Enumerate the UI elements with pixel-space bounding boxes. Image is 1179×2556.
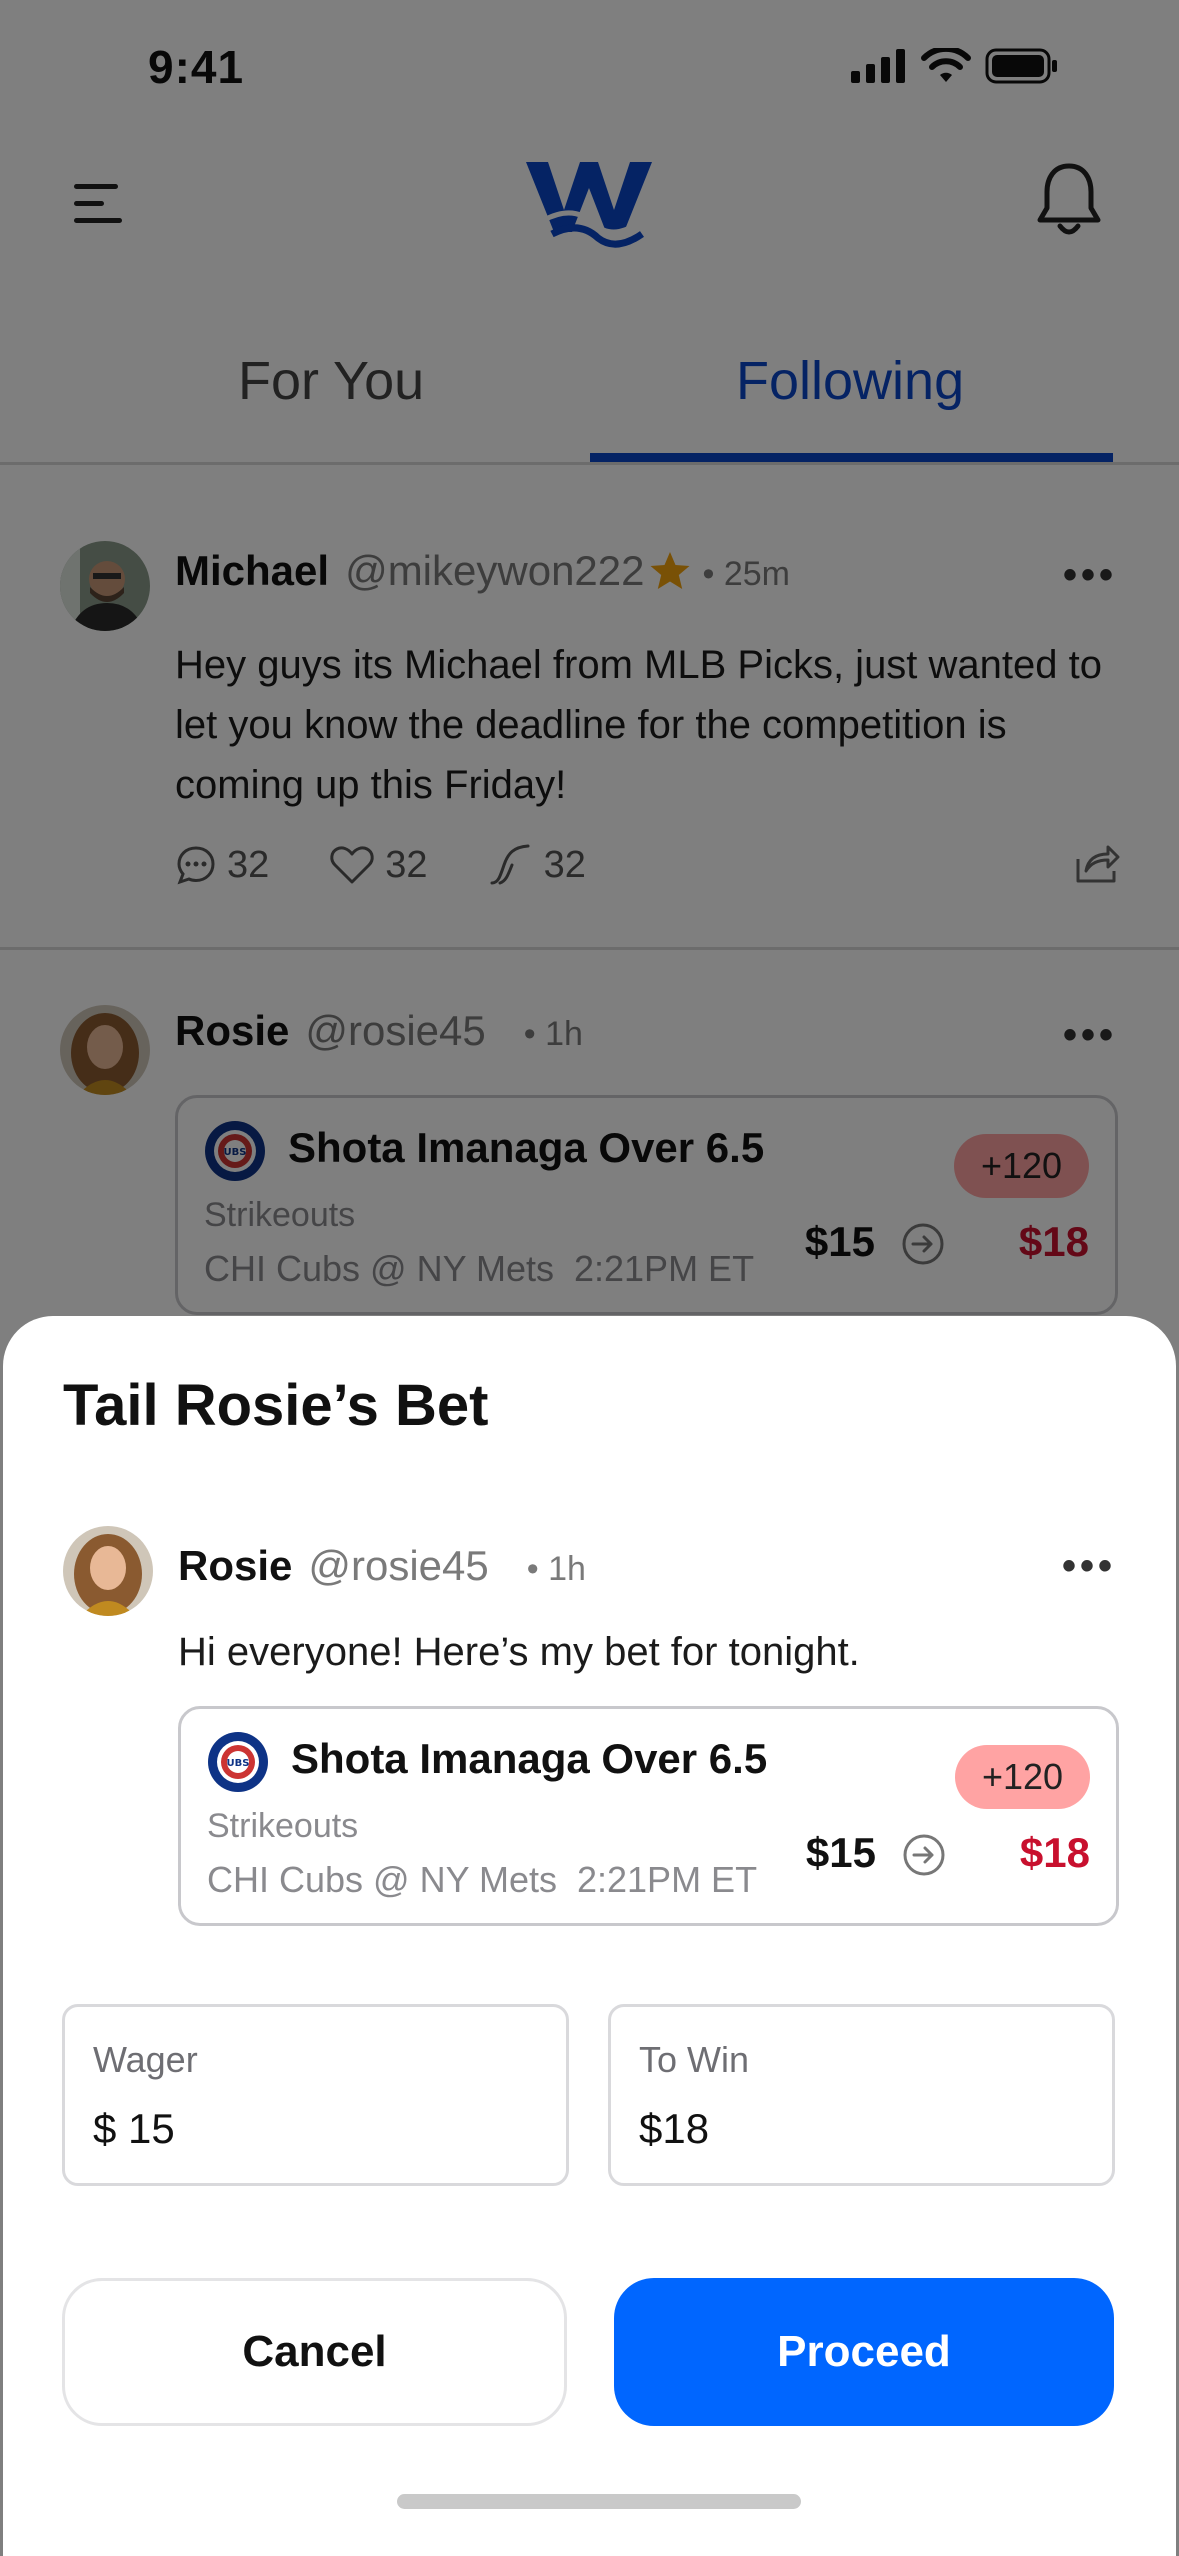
wager-field[interactable]: Wager $ 15 bbox=[62, 2004, 569, 2186]
bet-match: CHI Cubs @ NY Mets 2:21PM ET bbox=[207, 1859, 757, 1901]
bet-matchup: CHI Cubs @ NY Mets bbox=[207, 1859, 557, 1900]
sheet-title: Tail Rosie’s Bet bbox=[63, 1373, 489, 1438]
to-win-field[interactable]: To Win $18 bbox=[608, 2004, 1115, 2186]
cubs-logo: UBS bbox=[208, 1732, 268, 1792]
arrow-right-circle-icon bbox=[903, 1834, 945, 1876]
bet-card: UBS Shota Imanaga Over 6.5 Strikeouts CH… bbox=[178, 1706, 1119, 1926]
tail-bet-sheet: Tail Rosie’s Bet Rosie @rosie45 • 1h •••… bbox=[3, 1316, 1176, 2556]
post-header: Rosie @rosie45 • 1h bbox=[178, 1542, 586, 1590]
bet-subtitle: Strikeouts bbox=[207, 1807, 359, 1845]
to-win-value: $18 bbox=[639, 2105, 710, 2152]
post-author-handle: @rosie45 bbox=[308, 1542, 489, 1589]
wager-label: Wager bbox=[93, 2039, 198, 2080]
bet-match-time: 2:21PM ET bbox=[576, 1859, 758, 1900]
bet-title: Shota Imanaga Over 6.5 bbox=[291, 1735, 768, 1782]
cancel-button[interactable]: Cancel bbox=[62, 2278, 567, 2426]
to-win-label: To Win bbox=[639, 2039, 750, 2080]
home-indicator[interactable] bbox=[397, 2494, 801, 2509]
bet-wager: $15 bbox=[805, 1829, 876, 1876]
svg-text:UBS: UBS bbox=[227, 1758, 250, 1769]
avatar bbox=[63, 1526, 153, 1616]
post-author-name: Rosie bbox=[178, 1542, 293, 1589]
proceed-button[interactable]: Proceed bbox=[614, 2278, 1114, 2426]
bet-win: $18 bbox=[1019, 1829, 1090, 1876]
post-text: Hi everyone! Here’s my bet for tonight. bbox=[178, 1630, 860, 1674]
odds-badge: +120 bbox=[955, 1745, 1090, 1809]
post-time: • 1h bbox=[526, 1550, 586, 1588]
more-options-icon[interactable]: ••• bbox=[1062, 1546, 1116, 1586]
wager-input[interactable]: $ 15 bbox=[93, 2105, 175, 2153]
